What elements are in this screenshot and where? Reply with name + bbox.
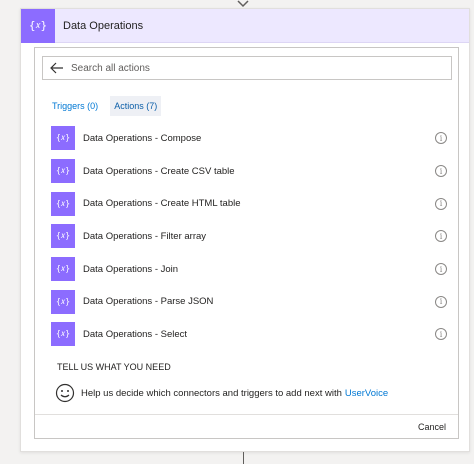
info-icon[interactable]: i bbox=[435, 263, 447, 276]
card-header: {𝑥} Data Operations bbox=[21, 8, 469, 43]
action-item-filter-array[interactable]: {𝑥} Data Operations - Filter array i bbox=[51, 220, 451, 253]
action-label: Data Operations - Select bbox=[83, 328, 188, 340]
info-icon[interactable]: i bbox=[435, 295, 447, 308]
tab-bar: Triggers (0) Actions (7) bbox=[48, 96, 162, 116]
search-box bbox=[42, 56, 452, 80]
smiley-icon bbox=[55, 383, 75, 403]
action-label: Data Operations - Compose bbox=[83, 132, 202, 144]
info-icon[interactable]: i bbox=[435, 328, 447, 341]
curly-brace-icon: {𝑥} bbox=[51, 289, 75, 314]
curly-brace-icon: {𝑥} bbox=[51, 159, 75, 184]
action-picker-panel: Triggers (0) Actions (7) {𝑥} Data Operat… bbox=[34, 47, 459, 439]
action-item-join[interactable]: {𝑥} Data Operations - Join i bbox=[51, 253, 451, 286]
action-label: Data Operations - Create HTML table bbox=[83, 198, 241, 210]
info-icon[interactable]: i bbox=[435, 230, 447, 243]
card-title: Data Operations bbox=[63, 19, 144, 32]
action-item-parse-json[interactable]: {𝑥} Data Operations - Parse JSON i bbox=[51, 285, 451, 318]
connector-line bbox=[243, 452, 244, 464]
info-icon[interactable]: i bbox=[435, 165, 447, 178]
action-label: Data Operations - Filter array bbox=[83, 230, 207, 242]
action-label: Data Operations - Create CSV table bbox=[83, 165, 235, 177]
action-list: {𝑥} Data Operations - Compose i {𝑥} Data… bbox=[51, 122, 451, 351]
curly-brace-icon: {𝑥} bbox=[51, 191, 75, 216]
uservoice-link[interactable]: UserVoice bbox=[345, 388, 388, 399]
info-icon[interactable]: i bbox=[435, 132, 447, 145]
action-item-compose[interactable]: {𝑥} Data Operations - Compose i bbox=[51, 122, 451, 155]
feedback-text: Help us decide which connectors and trig… bbox=[81, 387, 342, 399]
search-input[interactable] bbox=[71, 62, 451, 74]
info-icon[interactable]: i bbox=[435, 197, 447, 210]
feedback-row: Help us decide which connectors and trig… bbox=[55, 383, 388, 403]
action-item-select[interactable]: {𝑥} Data Operations - Select i bbox=[51, 318, 451, 351]
back-arrow-icon[interactable] bbox=[47, 58, 67, 78]
curly-brace-icon: {𝑥} bbox=[51, 126, 75, 151]
data-operations-card: {𝑥} Data Operations Triggers (0) Actions… bbox=[20, 8, 470, 452]
tab-actions[interactable]: Actions (7) bbox=[110, 96, 162, 116]
footer-divider bbox=[35, 414, 458, 415]
curly-brace-icon: {𝑥} bbox=[21, 8, 55, 43]
curly-brace-icon: {𝑥} bbox=[51, 257, 75, 282]
action-item-create-html-table[interactable]: {𝑥} Data Operations - Create HTML table … bbox=[51, 187, 451, 220]
cancel-button[interactable]: Cancel bbox=[418, 422, 446, 432]
action-label: Data Operations - Join bbox=[83, 263, 179, 275]
action-item-create-csv-table[interactable]: {𝑥} Data Operations - Create CSV table i bbox=[51, 155, 451, 188]
curly-brace-icon: {𝑥} bbox=[51, 224, 75, 249]
tab-triggers[interactable]: Triggers (0) bbox=[48, 96, 102, 116]
feedback-heading: TELL US WHAT YOU NEED bbox=[57, 362, 171, 372]
curly-brace-icon: {𝑥} bbox=[51, 322, 75, 347]
action-label: Data Operations - Parse JSON bbox=[83, 296, 214, 308]
